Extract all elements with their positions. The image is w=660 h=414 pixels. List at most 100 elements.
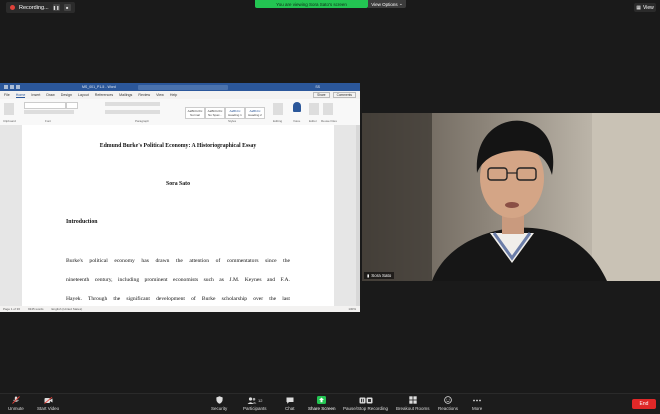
reactions-label: Reactions <box>438 406 459 411</box>
shared-word-window: MS_001_P1-5 - Word SS File Home Insert D… <box>0 83 360 312</box>
group-label-paragraph: Paragraph <box>135 119 150 123</box>
participant-name: Sora Sato <box>371 273 392 278</box>
meeting-toolbar: Unmute Start Video Security 12 Participa… <box>0 393 660 414</box>
participants-button[interactable]: 12 Participants <box>243 396 267 411</box>
view-button[interactable]: ▦ View <box>634 3 656 12</box>
page-count: Page 1 of 36 <box>3 307 21 311</box>
ribbon-home: AaBbCcDc Normal AaBbCcDc No Spac... AaBbCc… <box>0 99 360 126</box>
shield-icon <box>215 396 224 404</box>
tab-help[interactable]: Help <box>170 93 177 97</box>
tab-mailings[interactable]: Mailings <box>119 93 132 97</box>
start-video-label: Start Video <box>37 406 60 411</box>
group-label-voice: Voice <box>293 119 301 123</box>
document-author: Sora Sato <box>166 181 190 187</box>
share-screen-icon <box>317 396 327 404</box>
view-options-label: View Options <box>371 1 398 7</box>
breakout-rooms-label: Breakout Rooms <box>396 406 430 411</box>
undo-icon[interactable] <box>16 85 20 89</box>
pause-stop-icon <box>358 396 374 404</box>
tab-file[interactable]: File <box>4 93 10 97</box>
group-label-styles: Styles <box>228 119 237 123</box>
document-title: Edmund Burke's Political Economy: A Hist… <box>99 143 257 149</box>
reuse-files-icon[interactable] <box>323 103 333 115</box>
stop-recording-icon[interactable]: ■ <box>63 4 71 11</box>
participant-name-tag: ▮ Sora Sato <box>364 272 395 279</box>
unmute-label: Unmute <box>8 406 24 411</box>
end-meeting-button[interactable]: End <box>632 399 656 409</box>
participant-video-feed <box>362 113 660 281</box>
smiley-icon <box>444 396 453 404</box>
tab-layout[interactable]: Layout <box>78 93 89 97</box>
word-count: 9345 words <box>28 307 44 311</box>
tab-review[interactable]: Review <box>138 93 150 97</box>
participants-count: 12 <box>258 397 263 403</box>
tab-design[interactable]: Design <box>61 93 72 97</box>
font-name-select[interactable] <box>24 102 66 109</box>
tab-insert[interactable]: Insert <box>31 93 40 97</box>
word-status-bar: Page 1 of 36 9345 words English (United … <box>0 306 360 312</box>
style-normal[interactable]: AaBbCcDc Normal <box>185 107 205 119</box>
ellipsis-icon <box>473 396 482 404</box>
word-search-box[interactable] <box>137 84 228 90</box>
group-label-clipboard: Clipboard <box>3 119 16 123</box>
list-buttons[interactable] <box>105 102 160 106</box>
tab-home[interactable]: Home <box>15 93 26 98</box>
recording-indicator: Recording... ❚❚ ■ <box>6 2 75 13</box>
word-user-avatar[interactable]: SS <box>315 85 320 89</box>
recording-dot-icon <box>10 5 15 10</box>
word-share-button[interactable]: Share <box>313 92 330 98</box>
view-button-label: View <box>642 4 654 11</box>
security-button[interactable]: Security <box>211 396 227 411</box>
tab-view[interactable]: View <box>156 93 164 97</box>
view-options-button[interactable]: View Options ⌄ <box>368 0 406 8</box>
security-label: Security <box>211 406 228 411</box>
word-title-bar: MS_001_P1-5 - Word SS <box>0 83 360 91</box>
chat-button[interactable]: Chat <box>285 396 295 411</box>
document-page[interactable]: Edmund Burke's Political Economy: A Hist… <box>22 125 334 306</box>
style-heading-1[interactable]: AaBbCc Heading 1 <box>225 107 245 119</box>
reactions-button[interactable]: Reactions <box>438 396 458 411</box>
pause-stop-recording-button[interactable]: Pause/Stop Recording <box>343 396 388 411</box>
font-size-select[interactable] <box>66 102 78 109</box>
zoom-level[interactable]: 130% <box>348 307 356 311</box>
word-comments-button[interactable]: Comments <box>332 92 356 98</box>
video-off-icon <box>43 396 53 404</box>
signal-bars-icon: ▮ <box>367 273 370 278</box>
document-paragraph-line: nineteenth century, including prominent … <box>66 277 290 283</box>
more-label: More <box>472 406 483 411</box>
alignment-buttons[interactable] <box>105 110 160 114</box>
tab-draw[interactable]: Draw <box>46 93 54 97</box>
paste-icon[interactable] <box>4 103 14 115</box>
recording-label: Recording... <box>19 4 49 11</box>
editor-icon[interactable] <box>309 103 319 115</box>
tab-references[interactable]: References <box>95 93 113 97</box>
pause-recording-icon[interactable]: ❚❚ <box>52 4 60 11</box>
document-scrollbar[interactable] <box>356 125 360 306</box>
document-paragraph-line: Burke's political economy has drawn the … <box>66 258 290 264</box>
end-label: End <box>639 401 649 407</box>
dictate-microphone-icon[interactable] <box>293 102 301 112</box>
style-no-spacing[interactable]: AaBbCcDc No Spac... <box>205 107 225 119</box>
muted-microphone-icon <box>11 396 20 404</box>
save-icon[interactable] <box>10 85 14 89</box>
breakout-rooms-button[interactable]: Breakout Rooms <box>396 396 430 411</box>
find-icon[interactable] <box>273 103 283 115</box>
more-button[interactable]: More <box>472 396 482 411</box>
breakout-rooms-icon <box>408 396 417 404</box>
participant-video-tile[interactable]: ▮ Sora Sato <box>362 113 660 281</box>
pause-stop-recording-label: Pause/Stop Recording <box>343 406 389 411</box>
share-screen-button[interactable]: Share Screen <box>308 396 336 411</box>
style-heading-2[interactable]: AaBbCc Heading 2 <box>245 107 265 119</box>
document-canvas: Edmund Burke's Political Economy: A Hist… <box>0 125 360 306</box>
chat-label: Chat <box>285 406 295 411</box>
autosave-icon[interactable] <box>4 85 8 89</box>
language-indicator: English (United States) <box>51 307 83 311</box>
document-filename: MS_001_P1-5 - Word <box>82 85 116 89</box>
unmute-button[interactable]: Unmute <box>8 396 24 411</box>
font-format-buttons[interactable] <box>24 110 74 114</box>
share-screen-label: Share Screen <box>308 406 336 411</box>
screen-share-banner: You are viewing Sora Sato's screen <box>255 0 368 8</box>
participants-label: Participants <box>243 406 267 411</box>
group-label-editing: Editing <box>273 119 283 123</box>
start-video-button[interactable]: Start Video <box>37 396 59 411</box>
